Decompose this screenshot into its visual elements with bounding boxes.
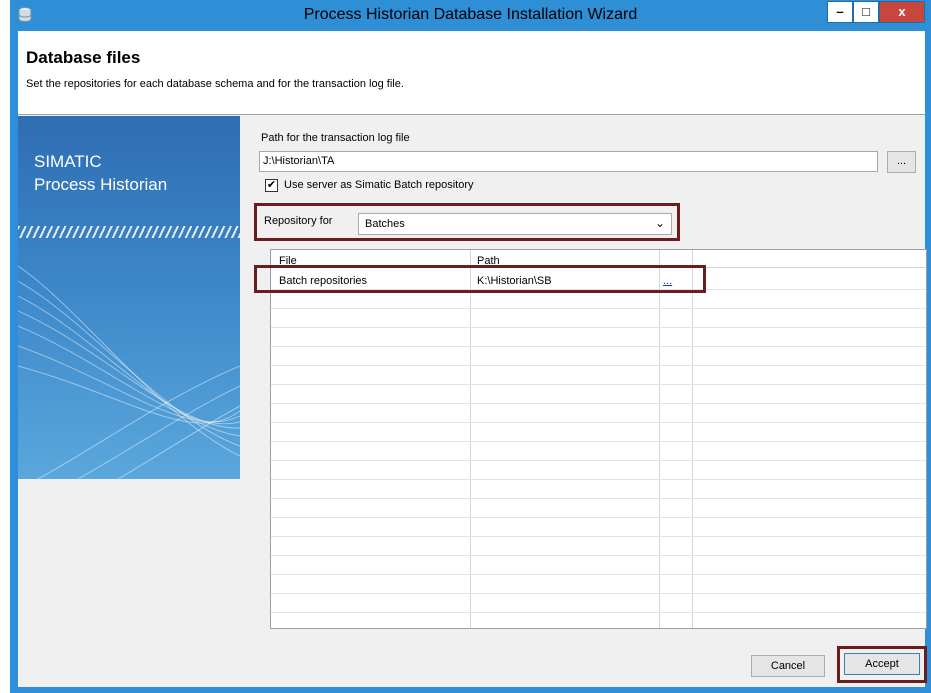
maximize-button[interactable]: □ (853, 1, 879, 23)
use-server-checkbox[interactable]: ✔ (265, 179, 278, 192)
grid-row-line (271, 555, 926, 556)
wave-graphic (18, 265, 240, 479)
grid-row-line (271, 460, 926, 461)
repository-label: Repository for (264, 215, 333, 227)
grid-row-line (271, 365, 926, 366)
repository-select[interactable]: Batches ⌄ (358, 213, 672, 235)
close-button[interactable]: x (879, 1, 925, 23)
grid-row-line (271, 612, 926, 613)
highlight-batch-row (254, 265, 706, 293)
grid-row-line (271, 346, 926, 347)
cancel-button[interactable]: Cancel (751, 655, 825, 677)
wizard-window: Process Historian Database Installation … (10, 0, 931, 693)
grid-row-line (271, 403, 926, 404)
highlight-accept-button (837, 646, 927, 683)
grid-row-line (271, 327, 926, 328)
wizard-client-area: Database files Set the repositories for … (18, 31, 927, 687)
browse-log-path-button[interactable]: ... (887, 151, 916, 173)
grid-row-line (271, 574, 926, 575)
grid-row-line (271, 308, 926, 309)
repository-selected-value: Batches (365, 218, 405, 230)
log-path-input[interactable]: J:\Historian\TA (259, 151, 878, 172)
column-divider (692, 250, 693, 628)
brand-panel: SIMATIC Process Historian (18, 116, 240, 479)
minimize-button[interactable]: – (827, 1, 853, 23)
grid-row-line (271, 498, 926, 499)
title-bar[interactable]: Process Historian Database Installation … (10, 0, 931, 30)
column-divider (659, 250, 660, 628)
window-title: Process Historian Database Installation … (303, 6, 638, 23)
grid-row-line (271, 536, 926, 537)
grid-row-line (271, 441, 926, 442)
repository-grid: File Path Batch repositories K:\Historia… (270, 249, 927, 629)
page-header: Database files Set the repositories for … (18, 31, 925, 115)
chevron-down-icon: ⌄ (654, 216, 665, 230)
page-subtitle: Set the repositories for each database s… (26, 78, 404, 90)
brand-line-2: Process Historian (34, 175, 168, 194)
grid-row-line (271, 479, 926, 480)
grid-row-line (271, 384, 926, 385)
log-path-label: Path for the transaction log file (261, 132, 410, 144)
decorative-hatch (18, 226, 240, 238)
grid-row-line (271, 593, 926, 594)
use-server-label[interactable]: Use server as Simatic Batch repository (284, 179, 474, 191)
column-divider (470, 250, 471, 628)
page-title: Database files (26, 48, 141, 67)
grid-row-line (271, 517, 926, 518)
brand-line-1: SIMATIC (34, 152, 102, 171)
grid-row-line (271, 422, 926, 423)
